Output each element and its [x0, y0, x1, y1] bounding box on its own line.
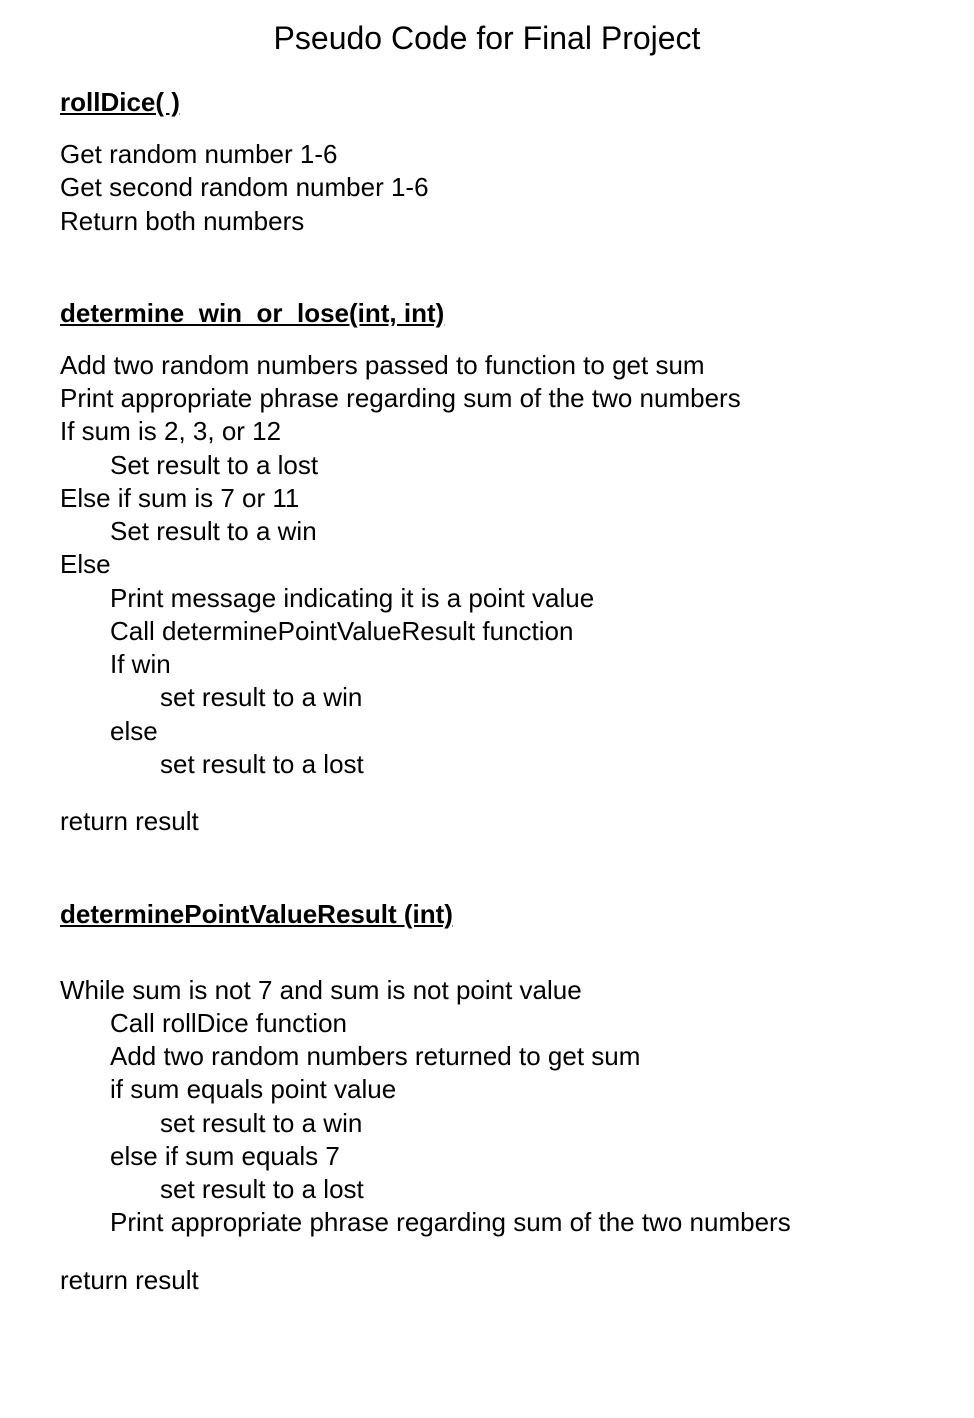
page-title: Pseudo Code for Final Project	[60, 20, 914, 57]
code-line: Else	[60, 548, 914, 581]
code-line: set result to a lost	[60, 748, 914, 781]
section-heading-rolldice: rollDice( )	[60, 87, 914, 118]
code-line: Add two random numbers passed to functio…	[60, 349, 914, 382]
code-line: Call rollDice function	[60, 1007, 914, 1040]
code-line: Else if sum is 7 or 11	[60, 482, 914, 515]
code-line: set result to a win	[60, 1107, 914, 1140]
code-line: Print message indicating it is a point v…	[60, 582, 914, 615]
code-line: Get second random number 1-6	[60, 171, 914, 204]
code-line: Add two random numbers returned to get s…	[60, 1040, 914, 1073]
code-line: if sum equals point value	[60, 1073, 914, 1106]
code-line: If sum is 2, 3, or 12	[60, 415, 914, 448]
section-heading-determine-win-or-lose: determine_win_or_lose(int, int)	[60, 298, 914, 329]
code-line: While sum is not 7 and sum is not point …	[60, 974, 914, 1007]
code-line: set result to a lost	[60, 1173, 914, 1206]
code-line: Return both numbers	[60, 205, 914, 238]
document-page: Pseudo Code for Final Project rollDice( …	[0, 20, 974, 1337]
code-line: Set result to a win	[60, 515, 914, 548]
code-line: set result to a win	[60, 681, 914, 714]
section-heading-determine-point-value-result: determinePointValueResult (int)	[60, 899, 914, 930]
code-line: else if sum equals 7	[60, 1140, 914, 1173]
code-line: If win	[60, 648, 914, 681]
code-line: Set result to a lost	[60, 449, 914, 482]
code-line-return: return result	[60, 1264, 914, 1297]
code-line: Print appropriate phrase regarding sum o…	[60, 382, 914, 415]
code-line: Call determinePointValueResult function	[60, 615, 914, 648]
code-line: else	[60, 715, 914, 748]
code-line-return: return result	[60, 805, 914, 838]
code-line: Print appropriate phrase regarding sum o…	[60, 1206, 914, 1239]
code-line: Get random number 1-6	[60, 138, 914, 171]
